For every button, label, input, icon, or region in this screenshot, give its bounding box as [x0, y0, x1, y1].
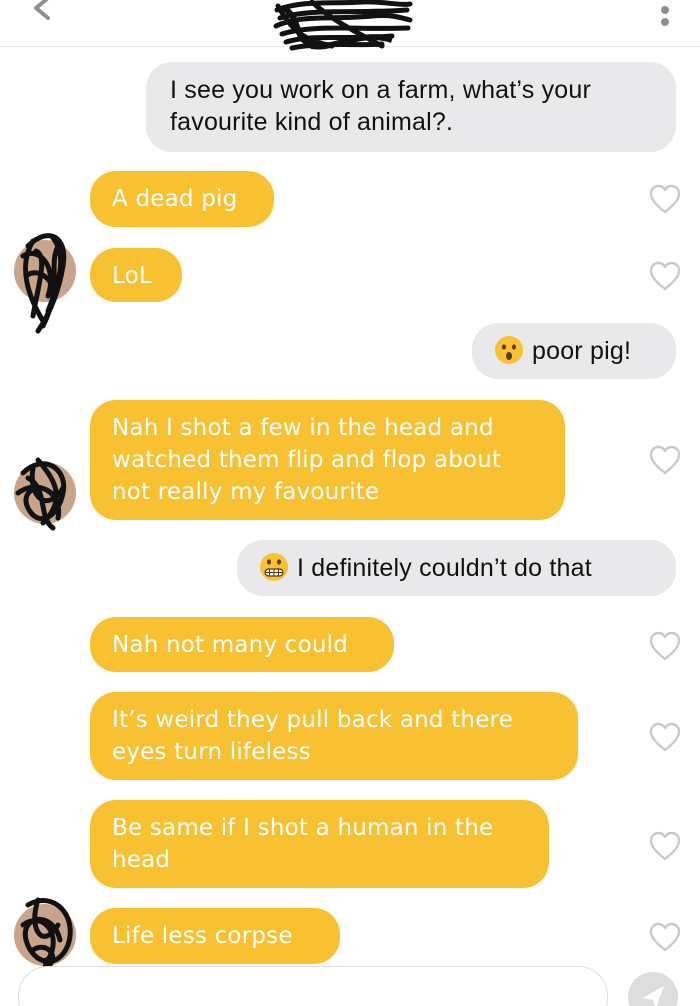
grimacing-face-icon: [260, 553, 288, 581]
incoming-message[interactable]: LoL: [90, 248, 182, 302]
message-input[interactable]: [18, 966, 608, 1006]
message-line: Nah not many could: [112, 632, 349, 658]
vertical-ellipsis-icon[interactable]: [658, 4, 672, 38]
message-line: Life less corpse: [112, 923, 293, 949]
message-line: favourite kind of animal?.: [170, 108, 454, 136]
like-heart-icon[interactable]: [649, 831, 681, 861]
incoming-message[interactable]: A dead pig: [90, 171, 274, 227]
message-line: eyes turn lifeless: [112, 739, 311, 765]
chat-screen: I see you work on a farm, what’s your fa…: [0, 0, 700, 1006]
incoming-message[interactable]: Life less corpse: [90, 908, 340, 964]
message-line: I see you work on a farm, what’s your: [170, 76, 592, 104]
astonished-face-icon: [495, 336, 523, 364]
message-line: Be same if I shot a human in the: [112, 815, 494, 841]
message-line: A dead pig: [112, 186, 238, 212]
message-line: Nah I shot a few in the head and: [112, 415, 494, 441]
outgoing-message[interactable]: I definitely couldn’t do that: [237, 540, 676, 596]
like-heart-icon[interactable]: [649, 261, 681, 291]
send-arrow-icon: [642, 986, 664, 1006]
like-heart-icon[interactable]: [649, 631, 681, 661]
outgoing-message[interactable]: poor pig!: [472, 323, 676, 379]
redacted-name-scribble: [273, 0, 413, 51]
message-line: LoL: [112, 263, 152, 289]
outgoing-message[interactable]: I see you work on a farm, what’s your fa…: [146, 62, 676, 152]
message-line: watched them flip and flop about: [112, 447, 502, 473]
chevron-left-icon[interactable]: [28, 0, 58, 30]
redacted-avatar-scribble: [15, 457, 67, 531]
like-heart-icon[interactable]: [649, 445, 681, 475]
send-button[interactable]: [628, 972, 678, 1006]
like-heart-icon[interactable]: [649, 184, 681, 214]
incoming-message[interactable]: Be same if I shot a human in the head: [90, 800, 549, 888]
message-line: It’s weird they pull back and there: [112, 707, 514, 733]
avatar[interactable]: [14, 457, 76, 531]
like-heart-icon[interactable]: [649, 922, 681, 952]
incoming-message[interactable]: Nah not many could: [90, 617, 394, 672]
avatar[interactable]: [14, 233, 76, 334]
message-text: I definitely couldn’t do that: [297, 554, 592, 582]
message-line: not really my favourite: [112, 479, 380, 505]
like-heart-icon[interactable]: [649, 722, 681, 752]
message-text: poor pig!: [532, 337, 632, 365]
incoming-message[interactable]: Nah I shot a few in the head and watched…: [90, 400, 565, 520]
message-line: head: [112, 847, 171, 873]
avatar[interactable]: [14, 897, 76, 1000]
chat-header: [0, 0, 700, 51]
redacted-avatar-scribble: [20, 233, 67, 334]
incoming-message[interactable]: It’s weird they pull back and there eyes…: [90, 692, 578, 780]
